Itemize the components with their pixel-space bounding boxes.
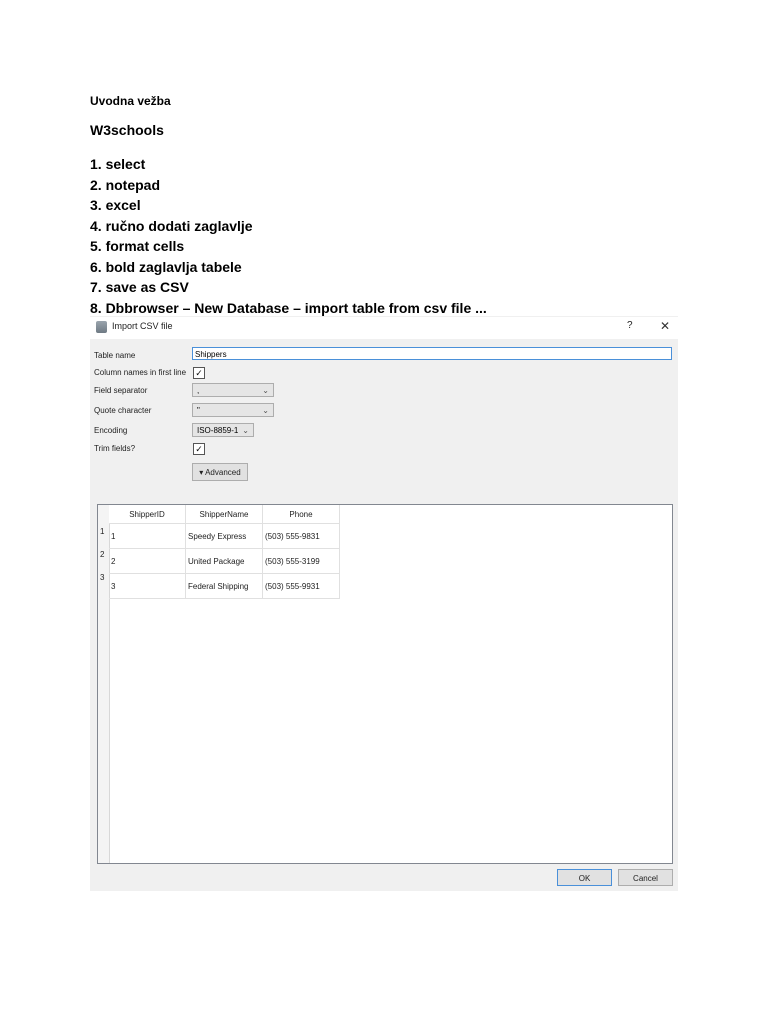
column-header: Phone [262, 505, 340, 524]
table-cell: 1 [109, 523, 186, 549]
table-cell: (503) 555-9931 [262, 573, 340, 599]
trim-fields-checkbox[interactable]: ✓ [193, 443, 205, 455]
row-number: 3 [100, 573, 105, 582]
column-names-checkbox[interactable]: ✓ [193, 367, 205, 379]
table-cell: Speedy Express [185, 523, 263, 549]
encoding-value: ISO-8859-1 [197, 426, 239, 435]
help-button[interactable]: ? [627, 320, 633, 331]
steps-list: 1. select 2. notepad 3. excel 4. ručno d… [90, 154, 487, 318]
cancel-button[interactable]: Cancel [618, 869, 673, 886]
dialog-titlebar: Import CSV file ? ✕ [90, 317, 678, 339]
field-separator-label: Field separator [94, 386, 148, 395]
encoding-select[interactable]: ISO-8859-1 ⌄ [192, 423, 254, 437]
database-icon [96, 321, 107, 333]
table-row: 3 Federal Shipping (503) 555-9931 [109, 573, 340, 599]
field-separator-select[interactable]: , ⌄ [192, 383, 274, 397]
chevron-down-icon: ⌄ [242, 426, 249, 435]
table-cell: (503) 555-3199 [262, 548, 340, 574]
table-row: 2 United Package (503) 555-3199 [109, 548, 340, 574]
step-item: 8. Dbbrowser – New Database – import tab… [90, 299, 487, 316]
step-item: 5. format cells [90, 238, 185, 254]
quote-character-value: " [197, 406, 200, 415]
quote-character-select[interactable]: " ⌄ [192, 403, 274, 417]
column-names-label: Column names in first line [94, 368, 187, 377]
column-header: ShipperName [185, 505, 263, 524]
encoding-label: Encoding [94, 426, 128, 435]
dialog-title: Import CSV file [112, 321, 173, 331]
table-name-label: Table name [94, 351, 136, 360]
step-item: 3. excel [90, 197, 141, 213]
row-number: 2 [100, 550, 105, 559]
chevron-down-icon: ⌄ [262, 386, 269, 395]
table-name-input[interactable]: Shippers [192, 347, 672, 360]
ok-button[interactable]: OK [557, 869, 612, 886]
source-heading: W3schools [90, 122, 164, 138]
table-cell: (503) 555-9831 [262, 523, 340, 549]
table-header-row: ShipperID ShipperName Phone [109, 505, 340, 524]
import-csv-dialog: Import CSV file ? ✕ Table name Shippers … [90, 316, 678, 891]
table-cell: United Package [185, 548, 263, 574]
close-icon[interactable]: ✕ [660, 319, 670, 333]
column-header: ShipperID [109, 505, 186, 524]
step-item: 6. bold zaglavlja tabele [90, 258, 242, 275]
intro-heading: Uvodna vežba [90, 94, 171, 108]
table-cell: 3 [109, 573, 186, 599]
table-cell: 2 [109, 548, 186, 574]
field-separator-value: , [197, 386, 200, 395]
chevron-down-icon: ⌄ [262, 406, 269, 415]
row-number: 1 [100, 527, 105, 536]
trim-fields-label: Trim fields? [94, 444, 136, 453]
step-item: 7. save as CSV [90, 279, 189, 295]
step-item: 2. notepad [90, 176, 161, 193]
preview-grid: ShipperID ShipperName Phone 1 Speedy Exp… [109, 505, 340, 599]
quote-character-label: Quote character [94, 406, 152, 415]
table-cell: Federal Shipping [185, 573, 263, 599]
step-item: 4. ručno dodati zaglavlje [90, 217, 253, 234]
advanced-button[interactable]: ▾ Advanced [192, 463, 248, 481]
table-row: 1 Speedy Express (503) 555-9831 [109, 523, 340, 549]
preview-table[interactable]: 1 2 3 ShipperID ShipperName Phone 1 Spee… [97, 504, 673, 864]
step-item: 1. select [90, 156, 146, 172]
